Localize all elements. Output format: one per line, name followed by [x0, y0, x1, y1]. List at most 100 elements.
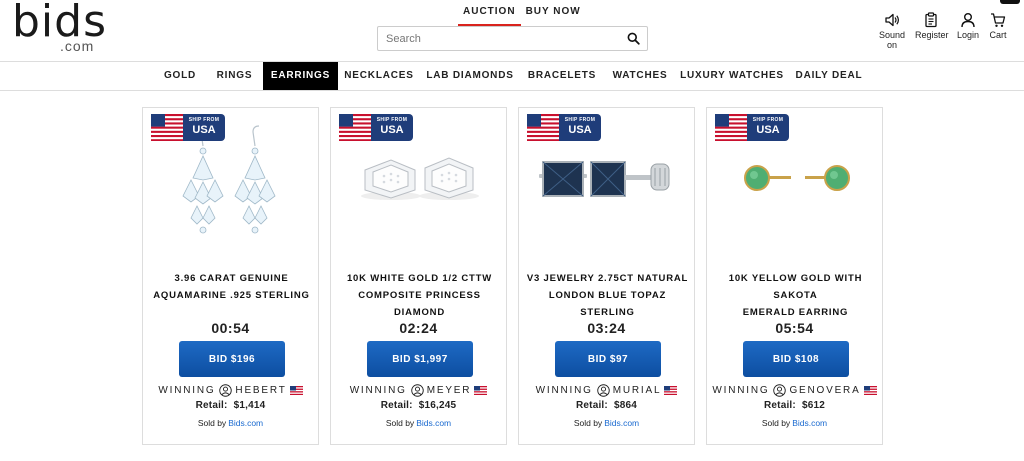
- search-input[interactable]: [378, 27, 618, 50]
- badge-country-text: USA: [192, 124, 216, 136]
- badge-ship-text: SHIP FROM: [376, 117, 408, 123]
- badge-country-text: USA: [568, 124, 592, 136]
- cart-icon: [991, 13, 1006, 27]
- winner-name: MEYER: [426, 384, 472, 396]
- bids-logo[interactable]: bids .com: [12, 0, 106, 54]
- register-label: Register: [915, 30, 949, 40]
- us-flag-icon: [715, 114, 747, 141]
- sold-by-label: Sold by: [197, 418, 227, 428]
- ship-from-usa-badge: SHIP FROM USA: [151, 114, 225, 141]
- nav-watches[interactable]: WATCHES: [604, 62, 676, 90]
- tab-buy-now[interactable]: BUY NOW: [521, 6, 586, 26]
- nav-necklaces[interactable]: NECKLACES: [339, 62, 419, 90]
- user-icon: [219, 383, 233, 397]
- nav-earrings[interactable]: EARRINGS: [263, 62, 338, 90]
- bid-button[interactable]: BID $1,997: [367, 341, 473, 377]
- product-card[interactable]: SHIP FROM USA 3.96 CARAT GENUINE AQUAMAR…: [142, 107, 319, 445]
- cart-label: Cart: [989, 30, 1007, 40]
- winning-bidder: WINNING HEBERT: [143, 383, 318, 397]
- product-title-line1: V3 JEWELRY 2.75CT NATURAL: [526, 273, 689, 284]
- bid-button[interactable]: BID $196: [179, 341, 285, 377]
- product-title[interactable]: V3 JEWELRY 2.75CT NATURAL LONDON BLUE TO…: [525, 270, 690, 321]
- sold-by: Sold by Bids.com: [331, 418, 506, 428]
- ship-from-usa-badge: SHIP FROM USA: [339, 114, 413, 141]
- seller-link[interactable]: Bids.com: [228, 418, 263, 428]
- auction-timer: 03:24: [587, 320, 626, 336]
- nav-lab-diamonds[interactable]: LAB DIAMONDS: [420, 62, 520, 90]
- nav-bracelets[interactable]: BRACELETS: [521, 62, 603, 90]
- winning-bidder: WINNING MEYER: [331, 383, 506, 397]
- winning-label: WINNING: [349, 384, 407, 396]
- winner-name: GENOVERA: [789, 384, 861, 396]
- user-icon: [773, 383, 787, 397]
- product-title-line1: 10K WHITE GOLD 1/2 CTTW: [346, 273, 493, 284]
- mode-tabs: AUCTION BUY NOW: [458, 6, 586, 26]
- retail-price: Retail: $16,245: [331, 400, 506, 411]
- retail-price: Retail: $612: [707, 400, 882, 411]
- speaker-icon: [885, 13, 899, 27]
- us-flag-icon: [289, 385, 303, 395]
- bid-button[interactable]: BID $108: [743, 341, 849, 377]
- retail-label: Retail:: [575, 400, 608, 411]
- product-title-line2: COMPOSITE PRINCESS DIAMOND: [358, 290, 481, 318]
- logo-domain: .com: [60, 38, 95, 54]
- nav-gold[interactable]: GOLD: [154, 62, 206, 90]
- bid-button[interactable]: BID $97: [555, 341, 661, 377]
- seller-link[interactable]: Bids.com: [604, 418, 639, 428]
- login-link[interactable]: Login: [955, 12, 981, 42]
- sound-toggle[interactable]: Sound on: [874, 12, 910, 50]
- product-title[interactable]: 10K YELLOW GOLD WITH SAKOTA EMERALD EARR…: [713, 270, 878, 321]
- product-title[interactable]: 10K WHITE GOLD 1/2 CTTW COMPOSITE PRINCE…: [337, 270, 502, 321]
- badge-country-text: USA: [756, 124, 780, 136]
- retail-label: Retail:: [763, 400, 796, 411]
- badge-ship-text: SHIP FROM: [188, 117, 220, 123]
- product-card[interactable]: SHIP FROM USA V3 JEWELRY 2.75CT NATURAL …: [518, 107, 695, 445]
- winning-label: WINNING: [158, 384, 216, 396]
- product-card[interactable]: SHIP FROM USA 10K YELLOW GOLD WITH SAKOT…: [706, 107, 883, 445]
- login-label: Login: [956, 30, 980, 40]
- winning-bidder: WINNING MURIAL: [519, 383, 694, 397]
- winning-label: WINNING: [535, 384, 593, 396]
- sold-by-label: Sold by: [385, 418, 415, 428]
- window-corner: [1000, 0, 1020, 4]
- badge-ship-text: SHIP FROM: [564, 117, 596, 123]
- site-header: bids .com AUCTION BUY NOW Sound on Regis…: [0, 0, 1024, 62]
- sold-by: Sold by Bids.com: [519, 418, 694, 428]
- product-title-line1: 10K YELLOW GOLD WITH SAKOTA: [728, 273, 863, 301]
- register-icon: [925, 12, 937, 28]
- retail-value: $1,414: [233, 400, 266, 411]
- category-nav: GOLD RINGS EARRINGS NECKLACES LAB DIAMON…: [0, 62, 1024, 91]
- badge-country-text: USA: [380, 124, 404, 136]
- us-flag-icon: [339, 114, 371, 141]
- seller-link[interactable]: Bids.com: [792, 418, 827, 428]
- us-flag-icon: [527, 114, 559, 141]
- product-title[interactable]: 3.96 CARAT GENUINE AQUAMARINE .925 STERL…: [149, 270, 314, 304]
- retail-value: $16,245: [418, 400, 457, 411]
- product-card[interactable]: SHIP FROM USA 10K WHITE GOLD 1/2 CTTW CO…: [330, 107, 507, 445]
- cart-link[interactable]: Cart: [987, 12, 1009, 42]
- nav-daily-deal[interactable]: DAILY DEAL: [788, 62, 870, 90]
- auction-timer: 05:54: [775, 320, 814, 336]
- retail-value: $612: [801, 400, 825, 411]
- product-title-line1: 3.96 CARAT GENUINE: [174, 273, 289, 284]
- search-icon[interactable]: [627, 32, 640, 45]
- user-icon: [961, 13, 975, 28]
- winning-bidder: WINNING GENOVERA: [707, 383, 882, 397]
- retail-label: Retail:: [195, 400, 228, 411]
- winning-label: WINNING: [712, 384, 770, 396]
- register-link[interactable]: Register: [915, 12, 949, 42]
- nav-rings[interactable]: RINGS: [207, 62, 262, 90]
- winner-name: HEBERT: [235, 384, 287, 396]
- tab-auction[interactable]: AUCTION: [458, 6, 521, 26]
- user-icon: [596, 383, 610, 397]
- seller-link[interactable]: Bids.com: [416, 418, 451, 428]
- us-flag-icon: [474, 385, 488, 395]
- product-title-line2: AQUAMARINE .925 STERLING: [153, 290, 310, 301]
- nav-luxury-watches[interactable]: LUXURY WATCHES: [677, 62, 787, 90]
- sold-by-label: Sold by: [761, 418, 791, 428]
- ship-from-usa-badge: SHIP FROM USA: [527, 114, 601, 141]
- search-box: [377, 26, 648, 51]
- sold-by: Sold by Bids.com: [707, 418, 882, 428]
- sold-by: Sold by Bids.com: [143, 418, 318, 428]
- user-icon: [411, 383, 424, 397]
